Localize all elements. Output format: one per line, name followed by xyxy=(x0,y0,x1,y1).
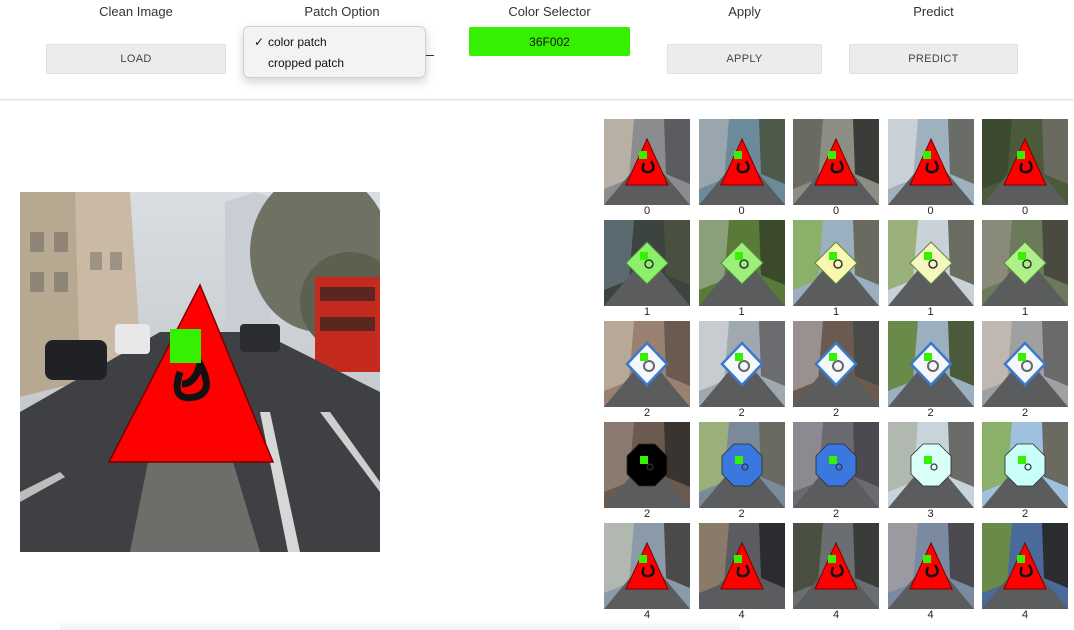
prediction-label: 3 xyxy=(927,508,934,520)
dropdown-option-label: cropped patch xyxy=(268,56,345,70)
thumbnail-image xyxy=(793,523,879,609)
prediction-label: 1 xyxy=(738,306,745,318)
apply-button[interactable]: APPLY xyxy=(667,44,822,74)
predict-button[interactable]: PREDICT xyxy=(849,44,1018,74)
apply-label: Apply xyxy=(728,4,761,19)
thumbnail-image xyxy=(698,422,785,508)
prediction-label: 2 xyxy=(1021,407,1029,419)
dropdown-option-label: color patch xyxy=(268,35,327,49)
color-selector-label: Color Selector xyxy=(508,4,591,19)
thumbnail-image xyxy=(982,523,1068,609)
prediction-label: 1 xyxy=(643,306,651,318)
thumbnail-image xyxy=(604,220,690,306)
grid-cell: 1 xyxy=(600,217,690,318)
prediction-label: 0 xyxy=(738,205,745,217)
load-button[interactable]: LOAD xyxy=(46,44,226,74)
thumbnail-image xyxy=(887,321,974,407)
patch-option-label: Patch Option xyxy=(304,4,380,19)
grid-cell: 4 xyxy=(600,520,690,621)
prediction-label: 2 xyxy=(927,407,934,419)
color-selector-button[interactable]: 36F002 xyxy=(469,27,630,56)
prediction-label: 2 xyxy=(738,508,745,520)
thumbnail-image xyxy=(793,321,879,407)
scroll-shadow xyxy=(60,620,740,630)
prediction-label: 0 xyxy=(832,205,840,217)
thumbnail-image xyxy=(604,119,690,205)
prediction-label: 2 xyxy=(643,407,651,419)
toolbar: Clean Image LOAD Patch Option ▼ Color Se… xyxy=(0,0,1074,100)
grid-cell: 4 xyxy=(978,520,1068,621)
thumbnail-image xyxy=(982,422,1068,508)
patch-option-dropdown: ✓ color patch cropped patch xyxy=(243,26,426,78)
thumbnail-image xyxy=(887,119,974,205)
dropdown-option-cropped-patch[interactable]: cropped patch xyxy=(244,54,425,75)
thumbnail-image xyxy=(698,119,785,205)
prediction-label: 2 xyxy=(832,407,840,419)
thumbnail-image xyxy=(698,523,785,609)
thumbnail-image xyxy=(887,523,974,609)
street-scene-image xyxy=(20,192,380,552)
grid-cell: 0 xyxy=(600,116,690,217)
dropdown-option-color-patch[interactable]: ✓ color patch xyxy=(244,33,425,54)
prediction-label: 0 xyxy=(927,205,934,217)
thumbnail-image xyxy=(698,220,785,306)
grid-cell: 0 xyxy=(884,116,974,217)
grid-cell: 1 xyxy=(789,217,879,318)
prediction-label: 4 xyxy=(1021,609,1029,621)
predict-label: Predict xyxy=(913,4,954,19)
thumbnail-image xyxy=(982,119,1068,205)
prediction-label: 4 xyxy=(832,609,840,621)
prediction-label: 2 xyxy=(643,508,651,520)
grid-cell: 2 xyxy=(600,419,690,520)
grid-cell: 2 xyxy=(978,419,1068,520)
thumbnail-image xyxy=(887,422,974,508)
grid-cell: 4 xyxy=(789,520,879,621)
grid-cell: 2 xyxy=(789,419,879,520)
grid-cell: 2 xyxy=(600,318,690,419)
prediction-label: 2 xyxy=(1021,508,1029,520)
grid-cell: 2 xyxy=(789,318,879,419)
prediction-label: 1 xyxy=(832,306,840,318)
grid-cell: 0 xyxy=(789,116,879,217)
checkmark-icon: ✓ xyxy=(254,35,265,49)
prediction-label: 2 xyxy=(738,407,745,419)
prediction-label: 1 xyxy=(927,306,934,318)
grid-cell: 4 xyxy=(884,520,974,621)
prediction-label: 1 xyxy=(1021,306,1029,318)
main-preview-image xyxy=(20,192,380,552)
thumbnail-image xyxy=(982,220,1068,306)
thumbnail-image xyxy=(793,422,879,508)
thumbnail-image xyxy=(982,321,1068,407)
thumbnail-image xyxy=(793,119,879,205)
thumbnail-image xyxy=(604,523,690,609)
grid-cell: 2 xyxy=(695,419,785,520)
prediction-label: 0 xyxy=(643,205,651,217)
grid-cell: 0 xyxy=(978,116,1068,217)
prediction-label: 2 xyxy=(832,508,840,520)
grid-cell: 1 xyxy=(884,217,974,318)
thumbnail-image xyxy=(887,220,974,306)
grid-cell: 3 xyxy=(884,419,974,520)
thumbnail-image xyxy=(793,220,879,306)
thumbnail-image xyxy=(604,422,690,508)
grid-cell: 0 xyxy=(695,116,785,217)
prediction-label: 4 xyxy=(927,609,934,621)
clean-image-label: Clean Image xyxy=(99,4,173,19)
thumbnail-image xyxy=(604,321,690,407)
grid-cell: 1 xyxy=(695,217,785,318)
grid-cell: 4 xyxy=(695,520,785,621)
thumbnail-image xyxy=(698,321,785,407)
grid-cell: 2 xyxy=(695,318,785,419)
prediction-label: 0 xyxy=(1021,205,1029,217)
grid-cell: 2 xyxy=(884,318,974,419)
grid-cell: 2 xyxy=(978,318,1068,419)
grid-cell: 1 xyxy=(978,217,1068,318)
